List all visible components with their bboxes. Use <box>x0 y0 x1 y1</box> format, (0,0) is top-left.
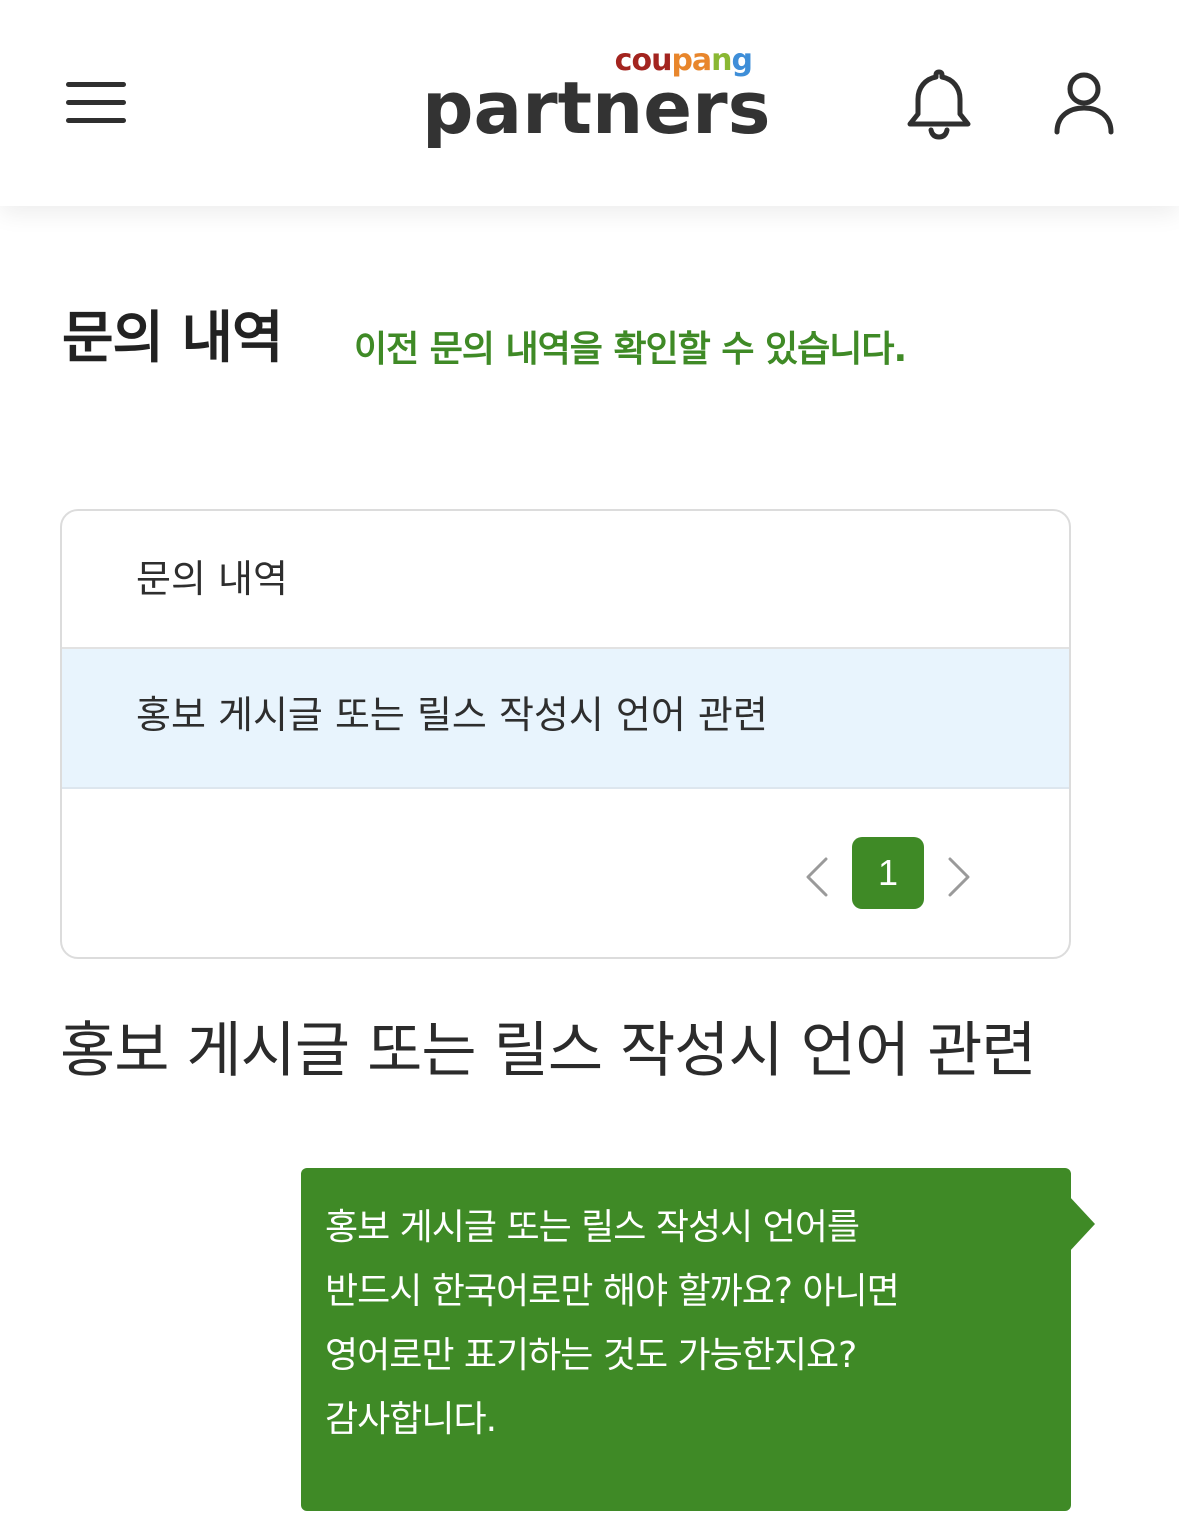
page-subtitle: 이전 문의 내역을 확인할 수 있습니다. <box>354 329 907 370</box>
user-icon[interactable] <box>1046 64 1122 142</box>
coupang-partners-logo[interactable]: coupang partners <box>420 40 771 170</box>
menu-line <box>66 82 126 87</box>
page-title: 문의 내역 <box>62 306 284 371</box>
list-item-title: 홍보 게시글 또는 릴스 작성시 언어 관련 <box>136 693 768 737</box>
message-line: 홍보 게시글 또는 릴스 작성시 언어를 <box>325 1207 860 1248</box>
menu-line <box>66 118 126 123</box>
page-number-current[interactable]: 1 <box>852 837 924 909</box>
list-item[interactable]: 홍보 게시글 또는 릴스 작성시 언어 관련 <box>62 649 1069 789</box>
message-bubble-tail <box>1069 1196 1095 1252</box>
menu-line <box>66 100 126 105</box>
inquiry-list-header: 문의 내역 <box>62 511 1069 649</box>
inquiry-detail-title: 홍보 게시글 또는 릴스 작성시 언어 관련 <box>60 1016 1037 1086</box>
hamburger-menu-icon[interactable] <box>62 78 130 130</box>
message-text: 홍보 게시글 또는 릴스 작성시 언어를 반드시 한국어로만 해야 할까요? 아… <box>325 1196 1025 1452</box>
chevron-left-icon[interactable] <box>796 851 836 903</box>
user-icon-svg <box>1054 72 1114 135</box>
chevron-right-svg <box>948 857 970 897</box>
top-header: coupang partners <box>0 0 1179 206</box>
inquiry-list: 문의 내역 홍보 게시글 또는 릴스 작성시 언어 관련 1 <box>60 509 1071 959</box>
bell-icon[interactable] <box>900 64 978 142</box>
chevron-right-icon[interactable] <box>940 851 980 903</box>
message-line: 반드시 한국어로만 해야 할까요? 아니면 <box>325 1271 900 1312</box>
inquiry-list-header-label: 문의 내역 <box>136 557 288 601</box>
message-line: 영어로만 표기하는 것도 가능한지요? <box>325 1335 857 1376</box>
message-line: 감사합니다. <box>325 1399 497 1440</box>
logo-partners-text: partners <box>422 66 771 150</box>
pagination: 1 <box>62 789 1069 957</box>
message-bubble: 홍보 게시글 또는 릴스 작성시 언어를 반드시 한국어로만 해야 할까요? 아… <box>301 1168 1071 1511</box>
chevron-left-svg <box>806 857 828 897</box>
bell-icon-svg <box>907 69 971 140</box>
